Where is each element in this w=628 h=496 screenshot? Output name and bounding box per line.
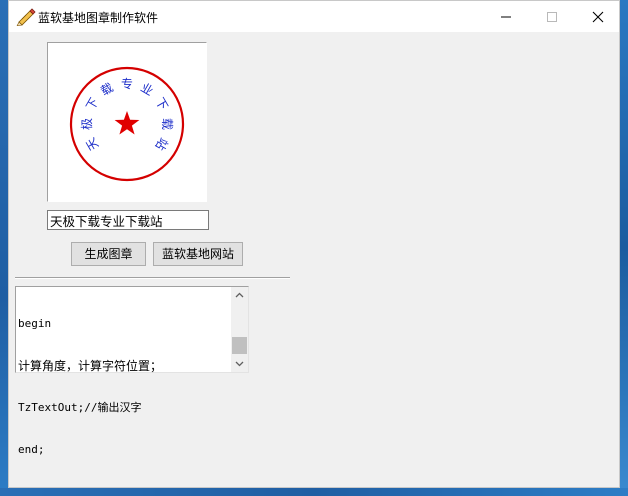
memo-line: end; xyxy=(18,443,45,456)
stamp-ring-char: 载 xyxy=(160,118,174,130)
stamp-ring-char: 天 xyxy=(83,135,101,152)
memo-scrollbar[interactable] xyxy=(231,287,248,372)
memo-text[interactable]: begin 计算角度，计算字符位置； TzTextOut;//输出汉字 end; xyxy=(18,289,232,485)
minimize-icon xyxy=(501,16,511,18)
stamp-ring-char: 载 xyxy=(98,80,115,98)
pencil-icon xyxy=(16,8,36,27)
stamp-text-input[interactable] xyxy=(47,210,209,230)
close-icon xyxy=(592,11,604,23)
client-area: 天极下载专业下载站 生成图章 蓝软基地网站 begin 计算角度，计算字符位置；… xyxy=(9,32,619,487)
stamp-ring-char: 下 xyxy=(83,95,101,112)
chevron-up-icon xyxy=(235,292,244,298)
code-memo[interactable]: begin 计算角度，计算字符位置； TzTextOut;//输出汉字 end; xyxy=(15,286,249,456)
minimize-button[interactable] xyxy=(483,1,529,32)
window-title: 蓝软基地图章制作软件 xyxy=(38,11,159,25)
desktop-background-left xyxy=(0,0,8,496)
star-icon xyxy=(114,111,140,135)
stamp-ring-char: 专 xyxy=(121,76,133,91)
title-bar[interactable]: 蓝软基地图章制作软件 xyxy=(9,1,619,32)
memo-line: 计算角度，计算字符位置； xyxy=(18,359,163,373)
desktop-background-bottom xyxy=(0,488,628,496)
chevron-down-icon xyxy=(235,361,244,367)
memo-line: begin xyxy=(18,317,52,330)
desktop-background-right xyxy=(620,0,628,496)
close-button[interactable] xyxy=(575,1,621,32)
generate-stamp-button[interactable]: 生成图章 xyxy=(71,242,146,266)
maximize-button[interactable] xyxy=(529,1,575,32)
website-button[interactable]: 蓝软基地网站 xyxy=(153,242,243,266)
stamp-preview: 天极下载专业下载站 xyxy=(47,42,207,202)
stamp-ring-char: 站 xyxy=(153,135,171,152)
scrollbar-thumb[interactable] xyxy=(232,337,247,354)
memo-line: TzTextOut;//输出汉字 xyxy=(18,401,142,414)
stamp-ring-char: 下 xyxy=(153,95,171,112)
scroll-down-button[interactable] xyxy=(231,355,248,372)
maximize-icon xyxy=(547,12,557,22)
separator-line xyxy=(15,277,290,279)
stamp-ring-char: 极 xyxy=(80,118,94,130)
app-window: 蓝软基地图章制作软件 天极下载专业下载站 生成 xyxy=(8,0,620,488)
scroll-up-button[interactable] xyxy=(231,287,248,304)
stamp-image: 天极下载专业下载站 xyxy=(69,66,185,182)
stamp-ring-char: 业 xyxy=(138,80,155,98)
